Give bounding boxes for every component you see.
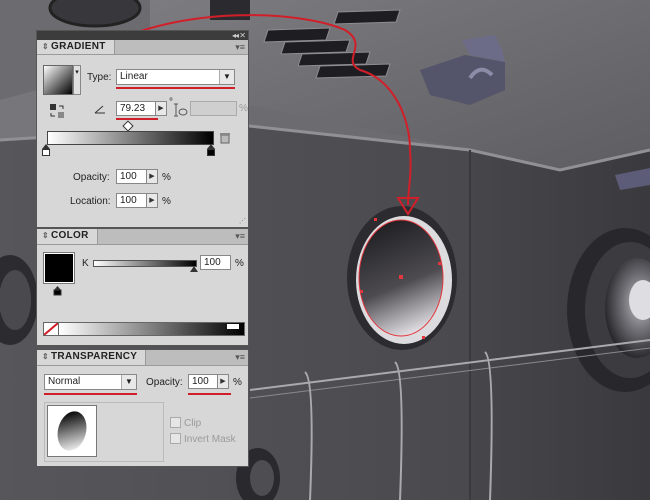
color-spectrum-ramp[interactable] xyxy=(58,322,245,336)
panel-options-toggle-icon[interactable]: ⇕ xyxy=(42,352,49,361)
gradient-stop-white[interactable] xyxy=(42,149,50,156)
degree-symbol: ° xyxy=(169,97,173,108)
blend-mode-value: Normal xyxy=(48,376,81,387)
k-channel-input[interactable]: 100 xyxy=(200,255,231,270)
stop-opacity-input[interactable]: 100 xyxy=(116,169,147,184)
collapse-panel-icon[interactable]: ◂◂ ✕ xyxy=(232,31,246,40)
panel-menu-icon[interactable]: ▾≡ xyxy=(235,41,245,53)
angle-input[interactable]: 79.23 xyxy=(116,101,156,116)
annotation-underline xyxy=(116,87,235,89)
gradient-type-value: Linear xyxy=(120,71,148,82)
angle-icon xyxy=(94,104,106,114)
gradient-swatch-dropdown-icon[interactable]: ▾ xyxy=(73,65,81,95)
annotation-underline xyxy=(44,393,137,395)
opacity-stepper-icon[interactable]: ▶ xyxy=(218,374,229,389)
k-channel-slider[interactable] xyxy=(93,260,197,267)
k-channel-label: K xyxy=(82,258,89,269)
transparency-tab-label: TRANSPARENCY xyxy=(51,351,138,362)
gradient-stop-black[interactable] xyxy=(207,149,215,156)
transparency-panel: ⇕ TRANSPARENCY ▾≡ Normal ▼ Opacity: 100 ▶… xyxy=(36,349,249,467)
panel-options-toggle-icon[interactable]: ⇕ xyxy=(42,42,49,51)
opacity-input[interactable]: 100 xyxy=(188,374,218,389)
annotation-underline xyxy=(188,393,231,395)
opacity-unit: % xyxy=(162,172,171,183)
object-thumbnail[interactable] xyxy=(47,405,97,457)
angle-stepper-icon[interactable]: ▶ xyxy=(156,101,167,116)
gradient-panel: ◂◂ ✕ ⇕ GRADIENT ▾≡ ▾ Type: Linear ▼ 79.23… xyxy=(36,30,249,228)
location-label: Location: xyxy=(70,196,111,207)
white-swatch[interactable] xyxy=(227,324,239,329)
color-tab-label: COLOR xyxy=(51,230,89,241)
stop-opacity-stepper-icon[interactable]: ▶ xyxy=(147,169,158,184)
location-unit: % xyxy=(162,196,171,207)
k-channel-unit: % xyxy=(235,258,244,269)
stop-location-input[interactable]: 100 xyxy=(116,193,147,208)
aspect-ratio-input xyxy=(190,101,237,116)
annotation-underline xyxy=(116,118,158,120)
gradient-preview-swatch[interactable] xyxy=(43,65,73,95)
clip-label: Clip xyxy=(184,418,202,429)
tab-color[interactable]: ⇕ COLOR xyxy=(37,229,98,244)
delete-stop-icon[interactable] xyxy=(220,132,230,144)
resize-grip-icon[interactable]: ⋰ xyxy=(239,217,246,225)
none-color-swatch[interactable] xyxy=(43,322,59,336)
gradient-tab-label: GRADIENT xyxy=(51,41,106,52)
gradient-midpoint-diamond[interactable] xyxy=(122,120,134,132)
opacity-unit: % xyxy=(233,377,242,388)
stop-location-stepper-icon[interactable]: ▶ xyxy=(147,193,158,208)
type-label: Type: xyxy=(87,72,112,83)
opacity-label: Opacity: xyxy=(146,377,183,388)
reverse-gradient-icon[interactable] xyxy=(49,103,65,119)
fill-color-swatch[interactable] xyxy=(43,252,75,284)
chevron-down-icon[interactable]: ▼ xyxy=(121,375,136,389)
invert-mask-checkbox[interactable] xyxy=(170,433,181,444)
blend-mode-dropdown[interactable]: Normal ▼ xyxy=(44,374,137,390)
k-slider-thumb[interactable] xyxy=(190,266,198,272)
invert-mask-label: Invert Mask xyxy=(184,434,236,445)
gradient-type-dropdown[interactable]: Linear ▼ xyxy=(116,69,235,85)
out-of-gamut-icon[interactable] xyxy=(53,286,62,296)
color-panel: ⇕ COLOR ▾≡ K 100 % xyxy=(36,228,249,346)
chevron-down-icon[interactable]: ▼ xyxy=(219,70,234,84)
clip-checkbox[interactable] xyxy=(170,417,181,428)
panel-options-toggle-icon[interactable]: ⇕ xyxy=(42,231,49,240)
tab-transparency[interactable]: ⇕ TRANSPARENCY xyxy=(37,350,147,365)
panel-header-bar[interactable]: ◂◂ ✕ xyxy=(37,31,248,40)
aspect-unit: % xyxy=(239,103,248,114)
aspect-ratio-icon xyxy=(174,103,188,117)
opacity-label: Opacity: xyxy=(73,172,110,183)
tab-gradient[interactable]: ⇕ GRADIENT xyxy=(37,40,115,54)
panel-menu-icon[interactable]: ▾≡ xyxy=(235,230,245,242)
gradient-slider[interactable] xyxy=(47,131,214,145)
panel-menu-icon[interactable]: ▾≡ xyxy=(235,351,245,363)
